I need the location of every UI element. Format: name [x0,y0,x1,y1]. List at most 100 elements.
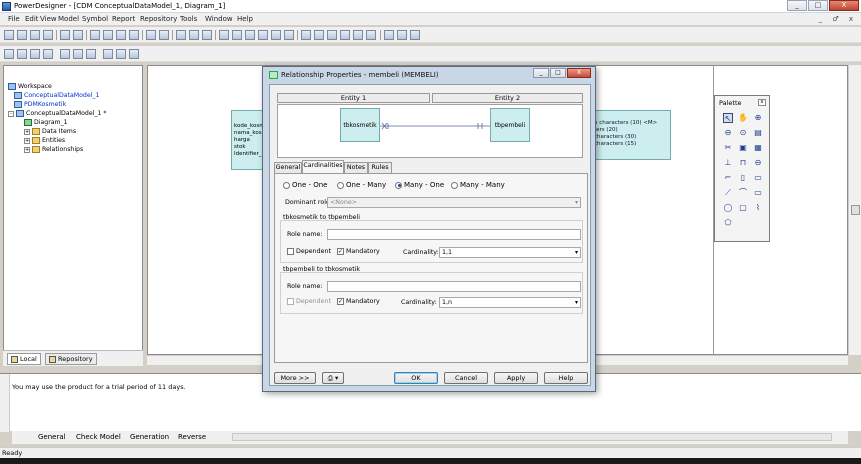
tab-local[interactable]: Local [7,353,41,365]
tab-repository[interactable]: Repository [45,353,97,365]
radio-one-one[interactable]: One - One [283,181,327,189]
relationship-icon[interactable]: ⊓ [738,158,748,168]
link-icon[interactable]: ⌐ [723,173,733,183]
collapse-icon[interactable]: - [8,110,14,117]
tab-general[interactable]: General [274,162,302,173]
palette-view-icon[interactable] [43,49,53,59]
entity-symbol-left[interactable]: kode_kosm nama_kos harga stok Identifier… [231,110,265,170]
print-menu-button[interactable]: ⎙ ▾ [322,372,344,384]
font-icon[interactable] [353,30,363,40]
menu-repository[interactable]: Repository [140,15,177,23]
redo-icon[interactable] [159,30,169,40]
tab-reverse[interactable]: Reverse [178,433,206,441]
rounded-rectangle-icon[interactable]: ▢ [738,203,748,213]
toolbar-f-icon[interactable] [129,49,139,59]
menu-window[interactable]: Window [205,15,233,23]
mdi-window-controls[interactable]: _ ♂ x [819,15,857,23]
rectangle-icon[interactable]: ▭ [753,188,763,198]
compare-icon[interactable] [258,30,268,40]
menu-model[interactable]: Model [58,15,79,23]
group1-cardinality-select[interactable]: 1,1 ▾ [439,247,581,258]
zoom-out-icon[interactable]: ⊖ [723,128,733,138]
arrow-style-icon[interactable] [340,30,350,40]
menu-report[interactable]: Report [112,15,135,23]
group2-role-input[interactable] [327,281,581,292]
cut-icon[interactable] [90,30,100,40]
maximize-button[interactable]: □ [808,0,828,11]
apply-button[interactable]: Apply [494,372,538,384]
entity-icon[interactable]: ▦ [753,143,763,153]
group2-dependent-checkbox[interactable]: Dependent [287,298,331,305]
delete-icon[interactable] [129,30,139,40]
forward-icon[interactable] [410,30,420,40]
line-icon[interactable]: ⟋ [723,188,733,198]
toolbar-a-icon[interactable] [60,49,70,59]
help-button[interactable]: Help [544,372,588,384]
expand-icon[interactable]: + [24,146,30,153]
print-icon[interactable] [73,30,83,40]
output-view-icon[interactable] [17,49,27,59]
align-icon[interactable] [314,30,324,40]
ok-button[interactable]: OK [394,372,438,384]
find-icon[interactable] [189,30,199,40]
more-button[interactable]: More >> [274,372,316,384]
polyline-icon[interactable]: ⌇ [753,203,763,213]
association-icon[interactable]: ⊖ [753,158,763,168]
tab-notes[interactable]: Notes [344,162,368,173]
result-list-icon[interactable] [30,49,40,59]
toolbar-d-icon[interactable] [103,49,113,59]
report-icon[interactable] [219,30,229,40]
generate-icon[interactable] [232,30,242,40]
save-icon[interactable] [30,30,40,40]
cancel-button[interactable]: Cancel [444,372,488,384]
ellipse-icon[interactable]: ◯ [723,203,733,213]
tree-item-model-current[interactable]: - ConceptualDataModel_1 * [8,109,106,118]
menu-help[interactable]: Help [237,15,253,23]
group1-mandatory-checkbox[interactable]: ✓ Mandatory [337,248,380,255]
zoom-icon[interactable] [384,30,394,40]
toolbar-b-icon[interactable] [73,49,83,59]
tab-cardinalities[interactable]: Cardinalities [302,160,344,173]
menu-symbol[interactable]: Symbol [82,15,108,23]
dialog-maximize-button[interactable]: □ [550,68,566,78]
toolbar-e-icon[interactable] [116,49,126,59]
group1-role-input[interactable] [327,229,581,240]
paste-icon[interactable] [116,30,126,40]
tree-item-workspace[interactable]: Workspace [8,82,52,91]
open-icon[interactable] [17,30,27,40]
close-button[interactable]: X [829,0,859,11]
scrollbar-thumb[interactable] [851,205,860,215]
tree-item-model-1[interactable]: ConceptualDataModel_1 [14,91,99,100]
pointer-icon[interactable]: ↖ [723,113,733,123]
print-preview-icon[interactable] [60,30,70,40]
dialog-minimize-button[interactable]: _ [533,68,549,78]
fill-color-icon[interactable] [284,30,294,40]
group2-cardinality-select[interactable]: 1,n ▾ [439,297,581,308]
tab-generation[interactable]: Generation [130,433,169,441]
canvas-vertical-scrollbar[interactable] [848,65,861,355]
radio-many-many[interactable]: Many - Many [451,181,505,189]
menu-file[interactable]: File [8,15,20,23]
package-icon[interactable]: ▣ [738,143,748,153]
menu-view[interactable]: View [40,15,57,23]
tree-item-pdm[interactable]: PDMKosmetik [14,100,66,109]
menu-edit[interactable]: Edit [25,15,39,23]
tab-check-model[interactable]: Check Model [76,433,121,441]
arc-icon[interactable]: ⌒ [738,188,748,198]
dialog-close-button[interactable]: X [567,68,591,78]
grabber-icon[interactable]: ✋ [738,113,748,123]
tree-item-relationships[interactable]: + Relationships [24,145,83,154]
tree-item-entities[interactable]: + Entities [24,136,65,145]
expand-icon[interactable]: + [24,137,30,144]
line-style-icon[interactable] [327,30,337,40]
back-icon[interactable] [397,30,407,40]
entity-symbol-right[interactable]: n characters (10) <M> ters (20) characte… [591,110,671,160]
check-model-icon[interactable] [202,30,212,40]
inheritance-icon[interactable]: ⊥ [723,158,733,168]
merge-icon[interactable] [271,30,281,40]
browser-view-icon[interactable] [4,49,14,59]
dominant-role-select[interactable]: <None> ▾ [327,197,581,208]
group1-dependent-checkbox[interactable]: Dependent [287,248,331,255]
new-icon[interactable] [4,30,14,40]
file-icon[interactable]: ▯ [738,173,748,183]
